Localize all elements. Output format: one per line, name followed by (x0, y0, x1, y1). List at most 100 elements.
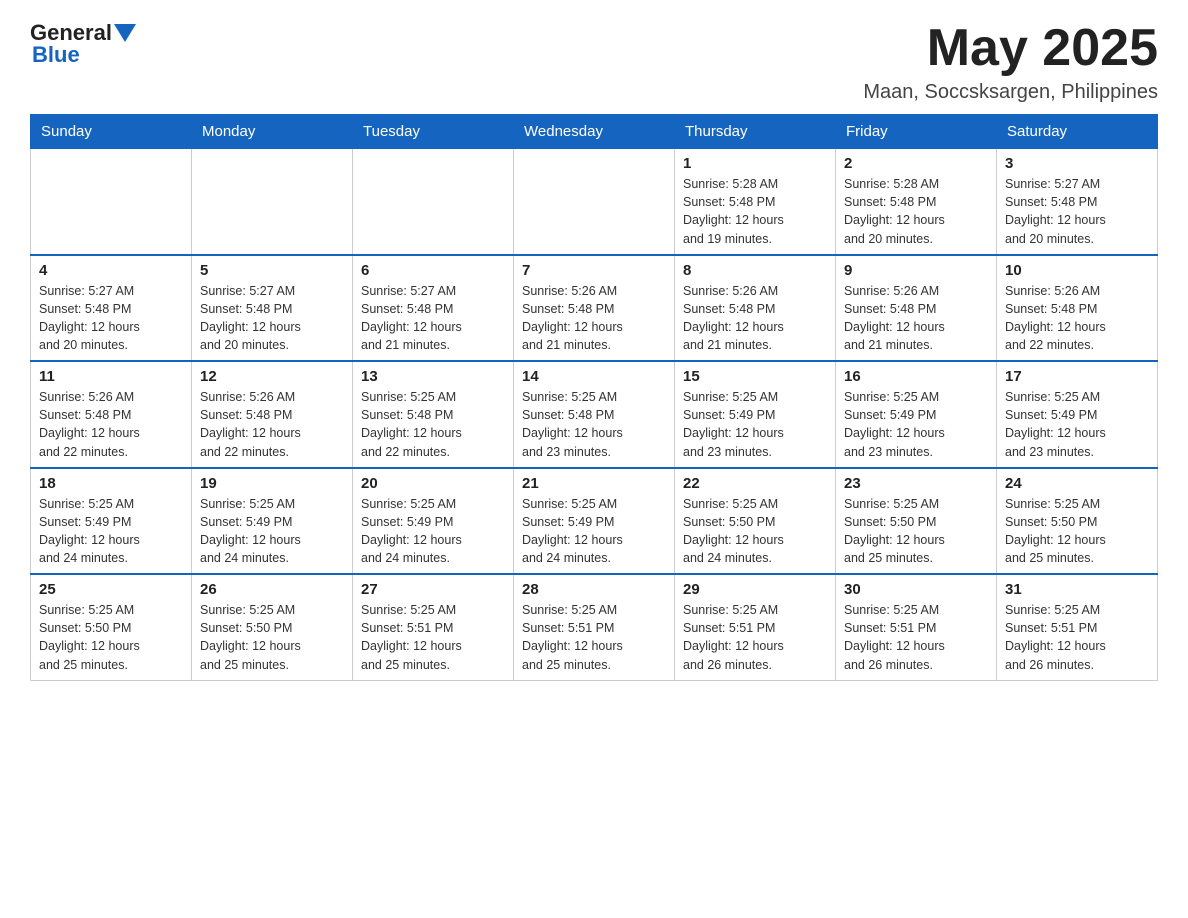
day-info: Sunrise: 5:25 AMSunset: 5:51 PMDaylight:… (361, 601, 505, 674)
day-number: 21 (522, 475, 666, 492)
day-info: Sunrise: 5:28 AMSunset: 5:48 PMDaylight:… (844, 175, 988, 248)
calendar-day-cell: 20 Sunrise: 5:25 AMSunset: 5:49 PMDayligh… (353, 468, 514, 575)
calendar-week-row: 18 Sunrise: 5:25 AMSunset: 5:49 PMDayligh… (31, 468, 1158, 575)
day-number: 24 (1005, 475, 1149, 492)
day-info: Sunrise: 5:26 AMSunset: 5:48 PMDaylight:… (200, 388, 344, 461)
calendar-day-cell: 4 Sunrise: 5:27 AMSunset: 5:48 PMDaylight… (31, 255, 192, 362)
calendar-day-cell: 10 Sunrise: 5:26 AMSunset: 5:48 PMDayligh… (997, 255, 1158, 362)
calendar-day-header: Monday (192, 115, 353, 149)
title-block: May 2025 Maan, Soccsksargen, Philippines (863, 20, 1158, 104)
calendar-day-cell (514, 149, 675, 255)
calendar-day-cell: 30 Sunrise: 5:25 AMSunset: 5:51 PMDayligh… (836, 574, 997, 680)
calendar-day-cell: 23Sunrise: 5:25 AMSunset: 5:50 PMDayligh… (836, 468, 997, 575)
day-info: Sunrise: 5:26 AMSunset: 5:48 PMDaylight:… (39, 388, 183, 461)
calendar-day-cell (192, 149, 353, 255)
calendar-day-cell: 13 Sunrise: 5:25 AMSunset: 5:48 PMDayligh… (353, 361, 514, 468)
day-info: Sunrise: 5:27 AMSunset: 5:48 PMDaylight:… (361, 282, 505, 355)
calendar-day-header: Sunday (31, 115, 192, 149)
calendar-day-cell: 29 Sunrise: 5:25 AMSunset: 5:51 PMDayligh… (675, 574, 836, 680)
logo: General Blue (30, 20, 136, 68)
calendar-day-cell: 16Sunrise: 5:25 AMSunset: 5:49 PMDayligh… (836, 361, 997, 468)
calendar-day-header: Saturday (997, 115, 1158, 149)
calendar-day-cell (31, 149, 192, 255)
calendar-week-row: 4 Sunrise: 5:27 AMSunset: 5:48 PMDaylight… (31, 255, 1158, 362)
day-info: Sunrise: 5:26 AMSunset: 5:48 PMDaylight:… (522, 282, 666, 355)
day-number: 22 (683, 475, 827, 492)
day-number: 31 (1005, 581, 1149, 598)
day-number: 10 (1005, 262, 1149, 279)
day-info: Sunrise: 5:25 AMSunset: 5:49 PMDaylight:… (39, 495, 183, 568)
day-info: Sunrise: 5:25 AMSunset: 5:51 PMDaylight:… (522, 601, 666, 674)
calendar-day-cell: 1Sunrise: 5:28 AMSunset: 5:48 PMDaylight… (675, 149, 836, 255)
calendar-day-cell: 5 Sunrise: 5:27 AMSunset: 5:48 PMDaylight… (192, 255, 353, 362)
day-number: 20 (361, 475, 505, 492)
calendar-week-row: 25 Sunrise: 5:25 AMSunset: 5:50 PMDayligh… (31, 574, 1158, 680)
day-number: 26 (200, 581, 344, 598)
calendar-header-row: SundayMondayTuesdayWednesdayThursdayFrid… (31, 115, 1158, 149)
day-info: Sunrise: 5:25 AMSunset: 5:48 PMDaylight:… (522, 388, 666, 461)
calendar-day-cell: 12 Sunrise: 5:26 AMSunset: 5:48 PMDayligh… (192, 361, 353, 468)
calendar-day-cell: 6 Sunrise: 5:27 AMSunset: 5:48 PMDaylight… (353, 255, 514, 362)
day-number: 4 (39, 262, 183, 279)
calendar-day-cell: 21 Sunrise: 5:25 AMSunset: 5:49 PMDayligh… (514, 468, 675, 575)
calendar-week-row: 11 Sunrise: 5:26 AMSunset: 5:48 PMDayligh… (31, 361, 1158, 468)
day-info: Sunrise: 5:25 AMSunset: 5:51 PMDaylight:… (1005, 601, 1149, 674)
location-subtitle: Maan, Soccsksargen, Philippines (863, 81, 1158, 104)
day-info: Sunrise: 5:27 AMSunset: 5:48 PMDaylight:… (200, 282, 344, 355)
day-number: 27 (361, 581, 505, 598)
day-info: Sunrise: 5:25 AMSunset: 5:48 PMDaylight:… (361, 388, 505, 461)
calendar-week-row: 1Sunrise: 5:28 AMSunset: 5:48 PMDaylight… (31, 149, 1158, 255)
day-number: 12 (200, 368, 344, 385)
day-number: 18 (39, 475, 183, 492)
calendar-day-cell: 26Sunrise: 5:25 AMSunset: 5:50 PMDayligh… (192, 574, 353, 680)
day-number: 30 (844, 581, 988, 598)
month-year-title: May 2025 (863, 20, 1158, 77)
calendar-day-cell: 22 Sunrise: 5:25 AMSunset: 5:50 PMDayligh… (675, 468, 836, 575)
day-info: Sunrise: 5:25 AMSunset: 5:49 PMDaylight:… (522, 495, 666, 568)
day-info: Sunrise: 5:25 AMSunset: 5:49 PMDaylight:… (844, 388, 988, 461)
day-info: Sunrise: 5:25 AMSunset: 5:49 PMDaylight:… (200, 495, 344, 568)
calendar-day-cell: 27 Sunrise: 5:25 AMSunset: 5:51 PMDayligh… (353, 574, 514, 680)
day-number: 5 (200, 262, 344, 279)
day-info: Sunrise: 5:27 AMSunset: 5:48 PMDaylight:… (39, 282, 183, 355)
day-info: Sunrise: 5:25 AMSunset: 5:49 PMDaylight:… (361, 495, 505, 568)
page-header: General Blue May 2025 Maan, Soccsksargen… (30, 20, 1158, 104)
day-number: 11 (39, 368, 183, 385)
day-info: Sunrise: 5:26 AMSunset: 5:48 PMDaylight:… (1005, 282, 1149, 355)
calendar-day-cell: 3Sunrise: 5:27 AMSunset: 5:48 PMDaylight… (997, 149, 1158, 255)
day-number: 3 (1005, 155, 1149, 172)
day-number: 14 (522, 368, 666, 385)
day-number: 13 (361, 368, 505, 385)
day-info: Sunrise: 5:25 AMSunset: 5:49 PMDaylight:… (1005, 388, 1149, 461)
day-number: 28 (522, 581, 666, 598)
day-info: Sunrise: 5:25 AMSunset: 5:50 PMDaylight:… (683, 495, 827, 568)
day-number: 29 (683, 581, 827, 598)
day-number: 6 (361, 262, 505, 279)
calendar-day-cell: 8Sunrise: 5:26 AMSunset: 5:48 PMDaylight… (675, 255, 836, 362)
calendar-day-cell: 31 Sunrise: 5:25 AMSunset: 5:51 PMDayligh… (997, 574, 1158, 680)
day-number: 15 (683, 368, 827, 385)
calendar-day-cell: 18 Sunrise: 5:25 AMSunset: 5:49 PMDayligh… (31, 468, 192, 575)
day-number: 17 (1005, 368, 1149, 385)
calendar-day-header: Friday (836, 115, 997, 149)
day-info: Sunrise: 5:25 AMSunset: 5:51 PMDaylight:… (844, 601, 988, 674)
day-number: 19 (200, 475, 344, 492)
day-info: Sunrise: 5:25 AMSunset: 5:50 PMDaylight:… (39, 601, 183, 674)
day-info: Sunrise: 5:28 AMSunset: 5:48 PMDaylight:… (683, 175, 827, 248)
calendar-day-cell: 9Sunrise: 5:26 AMSunset: 5:48 PMDaylight… (836, 255, 997, 362)
calendar-day-cell: 14 Sunrise: 5:25 AMSunset: 5:48 PMDayligh… (514, 361, 675, 468)
calendar-day-header: Wednesday (514, 115, 675, 149)
day-number: 8 (683, 262, 827, 279)
calendar-day-cell: 2Sunrise: 5:28 AMSunset: 5:48 PMDaylight… (836, 149, 997, 255)
day-info: Sunrise: 5:25 AMSunset: 5:50 PMDaylight:… (1005, 495, 1149, 568)
day-info: Sunrise: 5:25 AMSunset: 5:51 PMDaylight:… (683, 601, 827, 674)
calendar-day-cell: 7Sunrise: 5:26 AMSunset: 5:48 PMDaylight… (514, 255, 675, 362)
calendar-day-cell: 15Sunrise: 5:25 AMSunset: 5:49 PMDayligh… (675, 361, 836, 468)
day-number: 25 (39, 581, 183, 598)
calendar-day-header: Thursday (675, 115, 836, 149)
day-number: 23 (844, 475, 988, 492)
calendar-day-cell: 24 Sunrise: 5:25 AMSunset: 5:50 PMDayligh… (997, 468, 1158, 575)
calendar-day-cell: 19 Sunrise: 5:25 AMSunset: 5:49 PMDayligh… (192, 468, 353, 575)
calendar-table: SundayMondayTuesdayWednesdayThursdayFrid… (30, 114, 1158, 681)
calendar-day-cell: 17 Sunrise: 5:25 AMSunset: 5:49 PMDayligh… (997, 361, 1158, 468)
